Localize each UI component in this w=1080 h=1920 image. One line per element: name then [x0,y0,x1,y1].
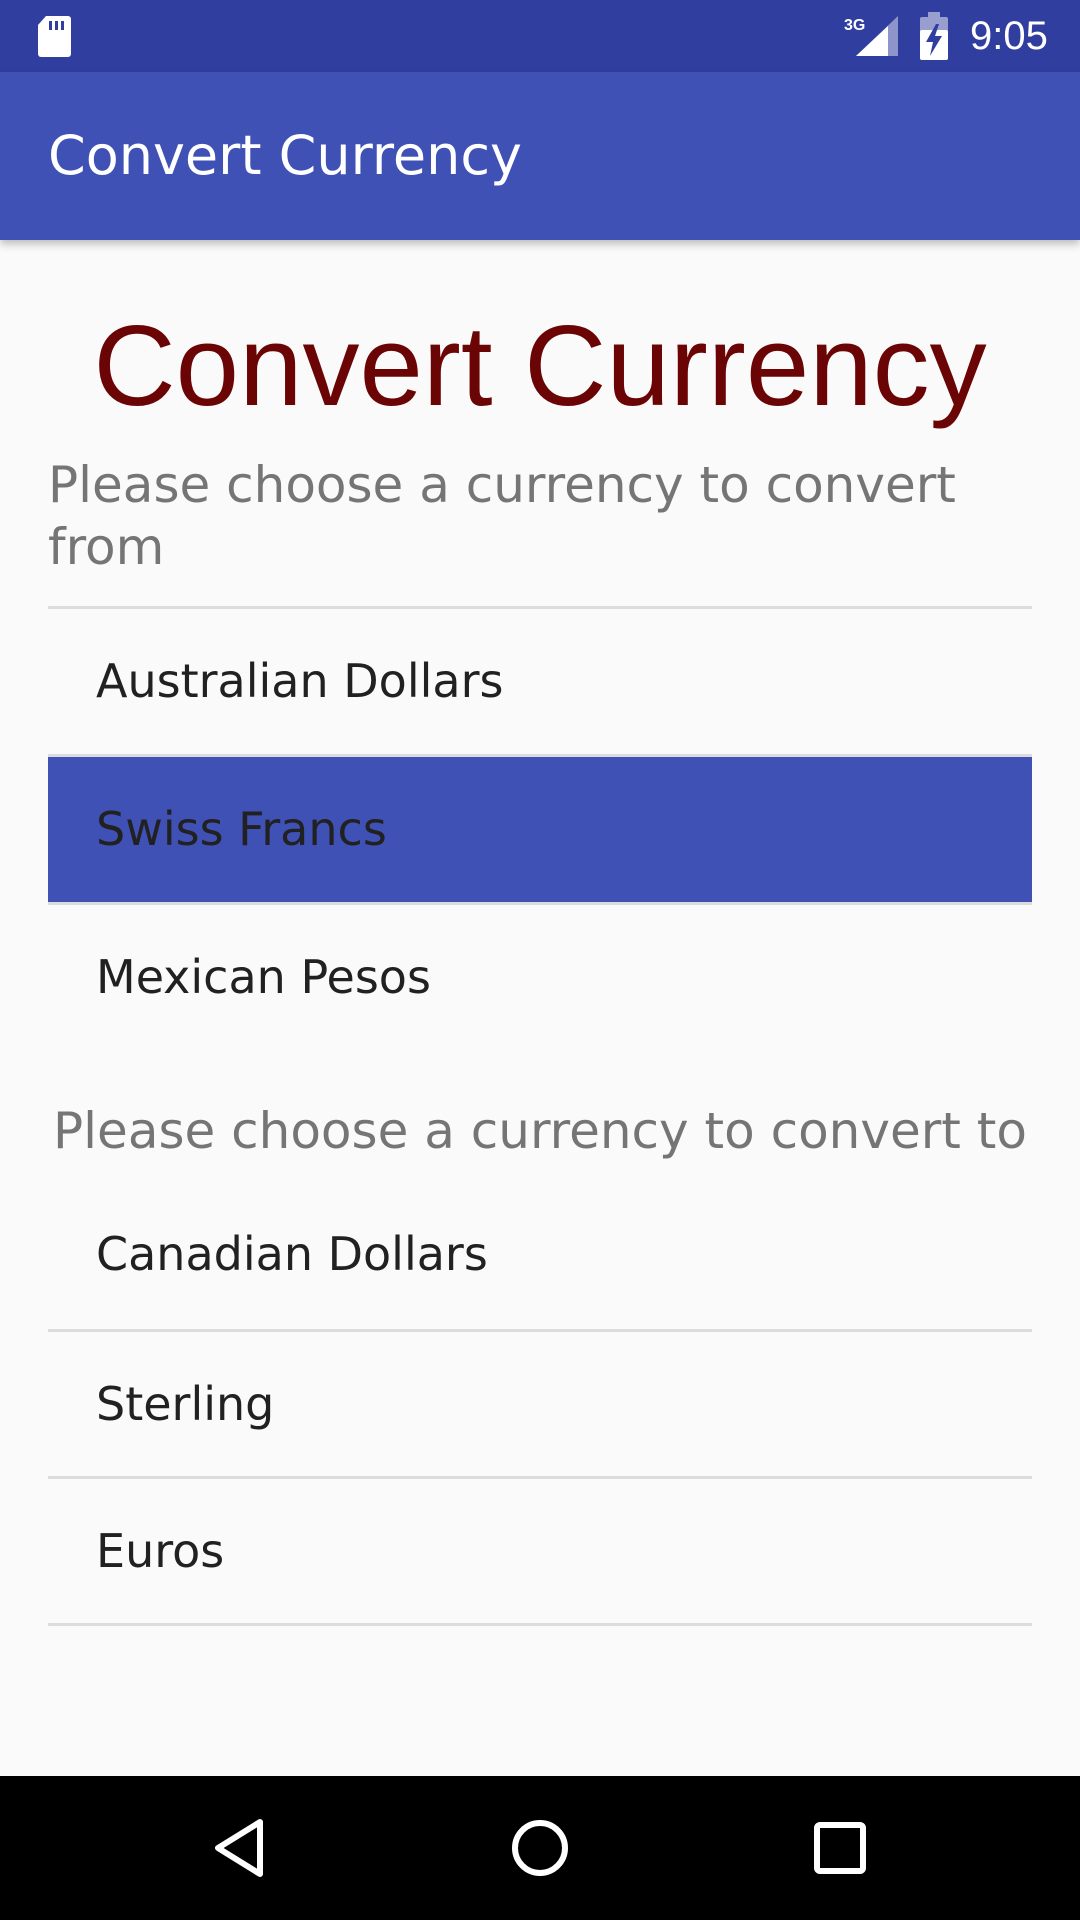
list-item-canadian-dollars[interactable]: Canadian Dollars [48,1182,1032,1327]
convert-from-prompt: Please choose a currency to convert from [48,456,956,576]
battery-charging-icon [920,12,948,60]
back-icon[interactable] [204,1812,276,1884]
list-item-australian-dollars[interactable]: Australian Dollars [48,609,1032,754]
app-bar-title: Convert Currency [48,124,522,187]
sd-card-icon [38,16,71,57]
page-title: Convert Currency [93,303,987,430]
home-icon[interactable] [504,1812,576,1884]
recents-icon[interactable] [804,1812,876,1884]
list-item-label: Sterling [96,1377,275,1431]
status-bar-clock: 9:05 [970,14,1048,58]
list-item-label: Mexican Pesos [96,950,431,1004]
list-item-swiss-francs[interactable]: Swiss Francs [48,757,1032,902]
convert-to-prompt: Please choose a currency to convert to [53,1102,1027,1160]
list-item-label: Canadian Dollars [96,1227,488,1281]
list-item-label: Swiss Francs [96,802,387,856]
list-item-mexican-pesos[interactable]: Mexican Pesos [48,905,1032,1050]
list-item-sterling[interactable]: Sterling [48,1332,1032,1477]
list-item-euros[interactable]: Euros [48,1479,1032,1624]
svg-text:3G: 3G [844,17,865,34]
main-content: Convert Currency Please choose a currenc… [0,240,1080,1776]
list-item-label: Australian Dollars [96,654,504,708]
signal-icon: 3G [844,16,898,56]
list-divider [48,1623,1032,1626]
navigation-bar [0,1776,1080,1920]
app-bar: Convert Currency [0,72,1080,240]
status-bar: 3G 9:05 [0,0,1080,72]
list-item-label: Euros [96,1524,225,1578]
